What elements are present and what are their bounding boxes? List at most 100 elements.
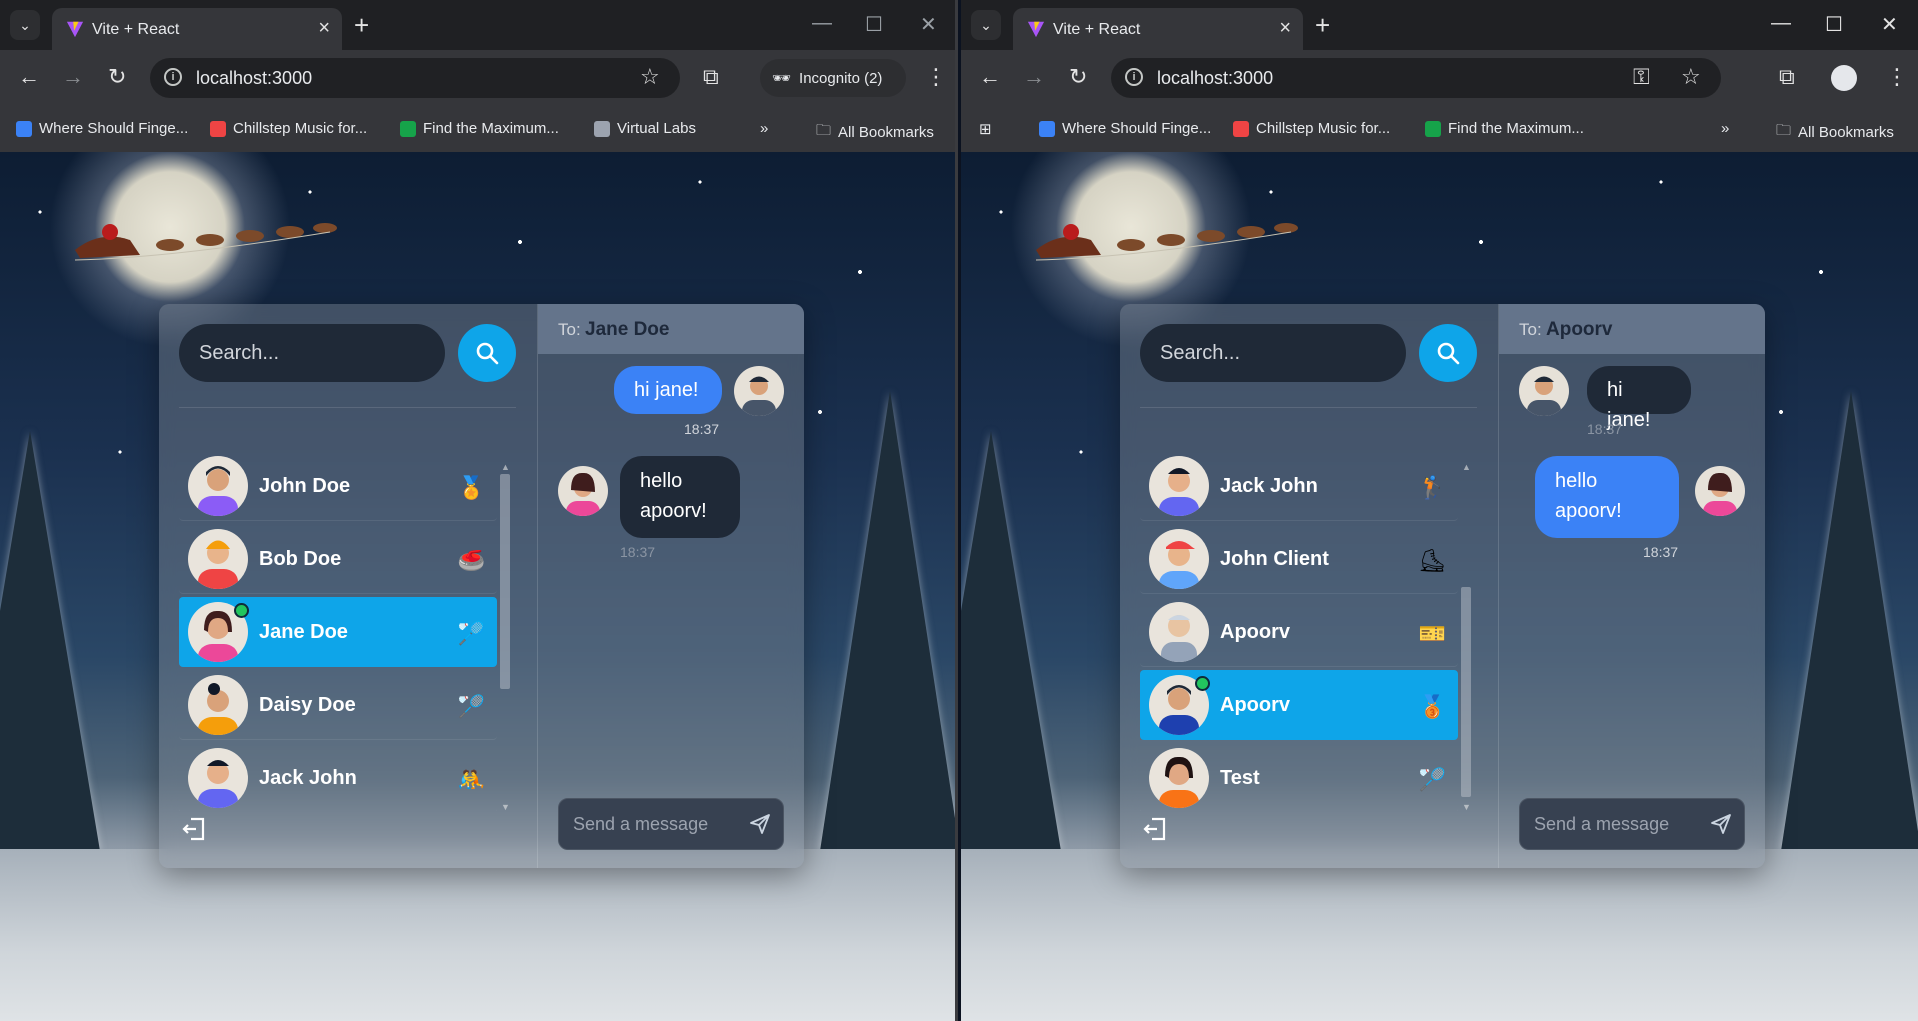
vite-logo-icon (1027, 21, 1045, 38)
all-bookmarks-folder[interactable]: 🗀 All Bookmarks (816, 120, 934, 145)
incognito-badge[interactable]: 🕶 Incognito (2) (760, 59, 906, 97)
avatar (188, 456, 248, 516)
conversation-item[interactable]: Jack John 🏌 (1140, 451, 1458, 521)
close-tab-icon[interactable]: × (1279, 17, 1291, 40)
scroll-down-icon[interactable]: ▼ (1462, 802, 1471, 812)
bookmark-item[interactable]: Find the Maximum... (1425, 120, 1584, 137)
scrollbar[interactable]: ▲ ▼ (499, 462, 511, 812)
ice-skate-icon: ⛸ (1418, 548, 1446, 573)
bookmark-item[interactable]: Chillstep Music for... (1233, 120, 1390, 137)
conversation-item[interactable]: John Client ⛸ (1140, 524, 1458, 594)
chat-header: To: Jane Doe (538, 304, 804, 354)
bookmark-item[interactable]: Chillstep Music for... (210, 120, 367, 137)
logout-icon[interactable] (1142, 816, 1168, 842)
all-bookmarks-folder[interactable]: 🗀 All Bookmarks (1776, 120, 1894, 145)
close-window-button[interactable]: ✕ (1881, 12, 1898, 37)
conversation-item[interactable]: Apoorv 🎫 (1140, 597, 1458, 667)
back-arrow-icon[interactable]: ← (18, 64, 40, 90)
tab-search-button[interactable]: ⌄ (10, 10, 40, 40)
profile-avatar[interactable] (1831, 65, 1857, 91)
chat-app: Jack John 🏌 John Client ⛸ Apoorv 🎫 (1120, 304, 1765, 868)
address-bar[interactable]: i localhost:3000 ☆ (150, 58, 680, 98)
site-info-icon[interactable]: i (164, 68, 182, 86)
conversation-item-selected[interactable]: Apoorv 🥉 (1140, 670, 1458, 740)
bookmark-item[interactable]: Virtual Labs (594, 120, 696, 137)
send-icon[interactable] (748, 812, 772, 836)
forward-arrow-icon[interactable]: → (62, 64, 84, 90)
divider (179, 407, 516, 408)
pine-tree-image (820, 391, 955, 851)
conversation-item[interactable]: John Doe 🏅 (179, 451, 497, 521)
wrestling-icon: 🤼 (457, 767, 485, 792)
conversation-item[interactable]: Jack John 🤼 (179, 743, 497, 811)
scroll-thumb[interactable] (500, 474, 510, 689)
page-background: John Doe 🏅 Bob Doe 🥌 Jane Doe 🏸 (0, 152, 955, 1021)
new-tab-button[interactable]: + (1315, 10, 1330, 41)
message-time: 18:37 (684, 421, 720, 437)
ticket-icon: 🎫 (1418, 621, 1446, 646)
to-label: To: (1519, 320, 1542, 339)
conversation-item[interactable]: Bob Doe 🥌 (179, 524, 497, 594)
scroll-up-icon[interactable]: ▲ (501, 462, 510, 472)
chat-panel: To: Apoorv hi jane! 18:37 hello apoorv! … (1499, 304, 1765, 868)
new-tab-button[interactable]: + (354, 10, 369, 41)
bookmark-item[interactable]: Where Should Finge... (16, 120, 188, 137)
badminton-icon: 🏸 (1418, 767, 1446, 792)
search-input[interactable] (1140, 324, 1406, 382)
search-input[interactable] (179, 324, 445, 382)
conversation-item-selected[interactable]: Jane Doe 🏸 (179, 597, 497, 667)
site-info-icon[interactable]: i (1125, 68, 1143, 86)
apps-grid-icon[interactable]: ⊞ (979, 120, 992, 138)
more-bookmarks-icon[interactable]: » (1721, 120, 1729, 137)
minimize-button[interactable]: — (812, 12, 832, 35)
more-bookmarks-icon[interactable]: » (760, 120, 768, 137)
snow-ground (961, 849, 1918, 1021)
send-icon[interactable] (1709, 812, 1733, 836)
avatar (1149, 602, 1209, 662)
reload-icon[interactable]: ↻ (108, 64, 126, 90)
bookmarks-bar: Where Should Finge... Chillstep Music fo… (0, 106, 955, 152)
browser-tab[interactable]: Vite + React × (1013, 8, 1303, 50)
back-arrow-icon[interactable]: ← (979, 64, 1001, 90)
menu-kebab-icon[interactable]: ⋮ (1886, 64, 1908, 90)
scroll-up-icon[interactable]: ▲ (1462, 462, 1471, 472)
tab-title: Vite + React (92, 21, 180, 38)
scroll-thumb[interactable] (1461, 587, 1471, 797)
conversation-list: Jack John 🏌 John Client ⛸ Apoorv 🎫 Apoor… (1140, 451, 1458, 811)
scroll-down-icon[interactable]: ▼ (501, 802, 510, 812)
menu-kebab-icon[interactable]: ⋮ (925, 64, 947, 90)
search-button[interactable] (1419, 324, 1477, 382)
bookmark-star-icon[interactable]: ☆ (640, 64, 660, 90)
online-indicator (234, 603, 249, 618)
extensions-icon[interactable]: ⧉ (1779, 64, 1795, 90)
forward-arrow-icon[interactable]: → (1023, 64, 1045, 90)
scrollbar[interactable]: ▲ ▼ (1460, 462, 1472, 812)
conversation-item[interactable]: Daisy Doe 🏸 (179, 670, 497, 740)
bookmark-star-icon[interactable]: ☆ (1681, 64, 1701, 90)
maximize-button[interactable]: ☐ (1825, 12, 1843, 37)
reload-icon[interactable]: ↻ (1069, 64, 1087, 90)
conversation-name: John Doe (259, 475, 351, 497)
conversation-item[interactable]: Test 🏸 (1140, 743, 1458, 811)
url-text: localhost:3000 (196, 68, 313, 88)
minimize-button[interactable]: — (1771, 12, 1791, 35)
browser-tab[interactable]: Vite + React × (52, 8, 342, 50)
avatar (558, 466, 608, 516)
maximize-button[interactable]: ☐ (865, 12, 883, 37)
toolbar: ← → ↻ i localhost:3000 ⚿ ☆ ⧉ ⋮ (961, 50, 1918, 106)
close-window-button[interactable]: ✕ (920, 12, 937, 37)
search-icon (476, 342, 499, 365)
close-tab-icon[interactable]: × (318, 17, 330, 40)
pine-tree-image (1781, 391, 1918, 851)
address-bar[interactable]: i localhost:3000 ⚿ ☆ (1111, 58, 1721, 98)
tab-search-button[interactable]: ⌄ (971, 10, 1001, 40)
password-key-icon[interactable]: ⚿ (1633, 64, 1650, 90)
logout-icon[interactable] (181, 816, 207, 842)
conversation-name: Jane Doe (259, 621, 348, 643)
avatar (188, 748, 248, 808)
extensions-icon[interactable]: ⧉ (703, 64, 719, 90)
bookmark-item[interactable]: Where Should Finge... (1039, 120, 1211, 137)
search-button[interactable] (458, 324, 516, 382)
bookmark-item[interactable]: Find the Maximum... (400, 120, 559, 137)
conversation-name: Daisy Doe (259, 694, 356, 716)
